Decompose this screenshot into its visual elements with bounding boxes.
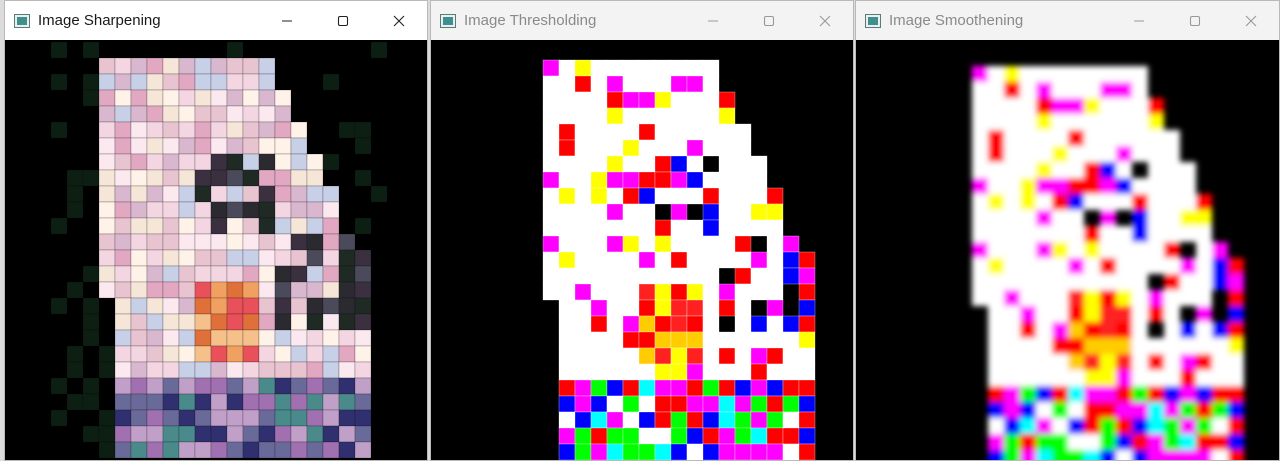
maximize-icon [337, 15, 349, 26]
close-button[interactable] [1223, 1, 1279, 40]
window-title: Image Smoothening [889, 12, 1024, 29]
minimize-button[interactable] [259, 1, 315, 40]
titlebar[interactable]: Image Smoothening [856, 1, 1279, 40]
titlebar[interactable]: Image Sharpening [5, 1, 427, 40]
image-canvas [5, 40, 427, 460]
window-image-thresholding[interactable]: Image Thresholding [430, 0, 854, 461]
sharpened-image [50, 41, 388, 459]
close-icon [1245, 15, 1257, 26]
image-canvas [856, 40, 1279, 460]
maximize-icon [1189, 15, 1201, 26]
maximize-button[interactable] [315, 1, 371, 40]
close-icon [393, 15, 405, 26]
close-button[interactable] [371, 1, 427, 40]
minimize-icon [1134, 20, 1144, 21]
window-title: Image Thresholding [464, 12, 597, 29]
maximize-icon [763, 15, 775, 26]
close-icon [819, 15, 831, 26]
maximize-button[interactable] [1167, 1, 1223, 40]
thresholded-image [542, 59, 816, 460]
window-image-smoothening[interactable]: Image Smoothening [855, 0, 1280, 461]
window-image-sharpening[interactable]: Image Sharpening [4, 0, 428, 461]
minimize-button[interactable] [685, 1, 741, 40]
close-button[interactable] [797, 1, 853, 40]
minimize-button[interactable] [1111, 1, 1167, 40]
smoothed-image [972, 66, 1244, 460]
app-icon [14, 13, 30, 28]
image-canvas [431, 40, 853, 460]
maximize-button[interactable] [741, 1, 797, 40]
app-icon [440, 13, 456, 28]
titlebar[interactable]: Image Thresholding [431, 1, 853, 40]
window-title: Image Sharpening [38, 12, 161, 29]
minimize-icon [708, 20, 718, 21]
minimize-icon [282, 20, 292, 21]
app-icon [865, 13, 881, 28]
